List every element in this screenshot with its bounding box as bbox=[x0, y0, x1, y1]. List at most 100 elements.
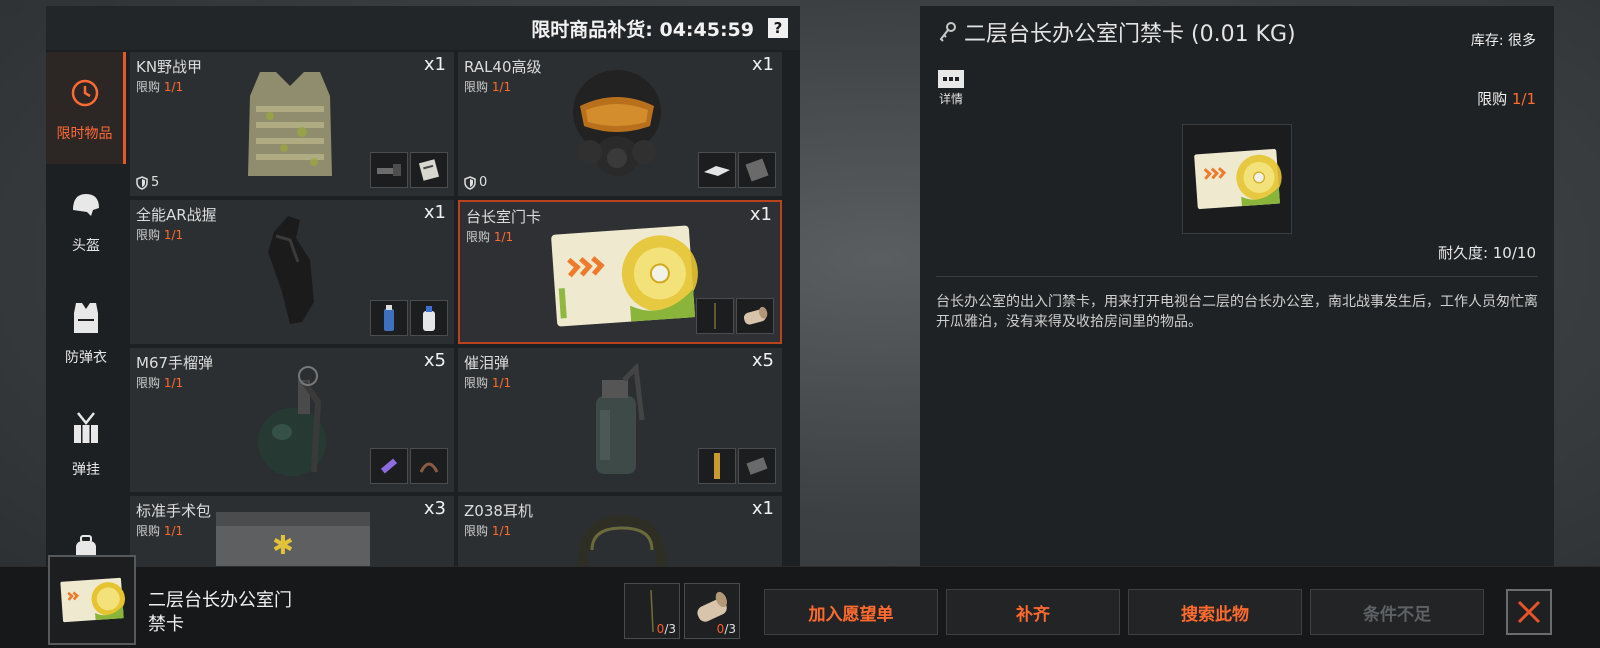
item-card[interactable]: 全能AR战握 限购 1/1 x1 bbox=[130, 200, 454, 344]
category-label: 头盔 bbox=[72, 238, 100, 254]
shield-icon bbox=[464, 175, 476, 190]
item-card[interactable]: 催泪弹 限购 1/1 x5 bbox=[458, 348, 782, 492]
item-card[interactable]: KN野战甲 限购 1/1 x1 5 bbox=[130, 52, 454, 196]
add-to-wishlist-button[interactable]: 加入愿望单 bbox=[764, 589, 938, 635]
grenade-image bbox=[248, 362, 338, 486]
requirement-slot[interactable]: 0/3 bbox=[624, 583, 680, 639]
item-name: KN野战甲 bbox=[136, 58, 203, 76]
close-button[interactable] bbox=[1506, 589, 1552, 635]
item-limit: 限购 1/1 bbox=[136, 524, 184, 538]
svg-text:✱: ✱ bbox=[272, 531, 294, 561]
item-grid: KN野战甲 限购 1/1 x1 5 RAL40高级 限购 1/1 x1 0 全能… bbox=[130, 52, 800, 566]
item-qty: x1 bbox=[751, 498, 774, 519]
category-vest[interactable]: 防弹衣 bbox=[46, 276, 126, 388]
details-button[interactable]: 详情 bbox=[936, 70, 966, 107]
item-limit: 限购 1/1 bbox=[466, 230, 514, 244]
item-limit: 限购 1/1 bbox=[136, 228, 184, 242]
selected-item-name: 二层台长办公室门 禁卡 bbox=[148, 590, 292, 635]
category-label: 弹挂 bbox=[72, 462, 100, 478]
chest-rig-icon bbox=[66, 409, 106, 449]
material-slots bbox=[698, 152, 776, 188]
armor-level: 0 bbox=[464, 175, 487, 190]
help-icon[interactable]: ? bbox=[768, 18, 788, 38]
item-card-selected[interactable]: 台长室门卡 限购 1/1 x1 bbox=[458, 200, 782, 344]
category-sidebar: 限时物品 头盔 防弹衣 弹挂 bbox=[46, 52, 126, 566]
smoke-grenade-image bbox=[584, 360, 654, 484]
item-description: 台长办公室的出入门禁卡，用来打开电视台二层的台长办公室，南北战事发生后，工作人员… bbox=[936, 294, 1538, 330]
bottom-action-bar: 二层台长办公室门 禁卡 0/3 0/3 加入愿望单 补齐 搜索此物 条件不足 bbox=[0, 555, 1600, 648]
plate-icon bbox=[698, 152, 736, 188]
category-limited[interactable]: 限时物品 bbox=[46, 52, 126, 164]
headset-image bbox=[572, 510, 672, 566]
item-limit: 限购 1/1 bbox=[464, 524, 512, 538]
shield-icon bbox=[136, 175, 148, 190]
category-label: 防弹衣 bbox=[65, 350, 107, 366]
item-name: M67手榴弹 bbox=[136, 354, 214, 372]
item-qty: x1 bbox=[423, 54, 446, 75]
item-qty: x3 bbox=[423, 498, 446, 519]
purchase-limit: 限购 1/1 bbox=[1477, 90, 1536, 108]
item-qty: x1 bbox=[423, 202, 446, 223]
item-name: RAL40高级 bbox=[464, 58, 542, 76]
requirement-count: 0/3 bbox=[656, 622, 676, 636]
wire-icon bbox=[696, 298, 734, 334]
armor-level: 5 bbox=[136, 175, 159, 190]
vest-icon bbox=[66, 297, 106, 337]
item-qty: x1 bbox=[749, 204, 772, 225]
stick-icon bbox=[698, 448, 736, 484]
key-icon bbox=[939, 22, 956, 42]
detail-title: 二层台长办公室门禁卡 (0.01 KG) bbox=[938, 16, 1296, 48]
category-helmet[interactable]: 头盔 bbox=[46, 164, 126, 276]
item-detail-panel: 二层台长办公室门禁卡 (0.01 KG) 库存: 很多 详情 限购 1/1 耐久… bbox=[920, 6, 1554, 566]
material-slots bbox=[370, 152, 448, 188]
material-slots bbox=[370, 448, 448, 484]
item-qty: x5 bbox=[423, 350, 446, 371]
item-card[interactable]: Z038耳机 限购 1/1 x1 bbox=[458, 496, 782, 566]
requirement-count: 0/3 bbox=[716, 622, 736, 636]
more-icon bbox=[938, 70, 964, 88]
syringe-icon bbox=[370, 448, 408, 484]
bottle-icon bbox=[370, 300, 408, 336]
plate-icon bbox=[738, 448, 776, 484]
selected-item-thumbnail bbox=[48, 555, 136, 645]
item-card[interactable]: M67手榴弹 限购 1/1 x5 bbox=[130, 348, 454, 492]
search-item-button[interactable]: 搜索此物 bbox=[1128, 589, 1302, 635]
item-limit: 限购 1/1 bbox=[136, 80, 184, 94]
shop-panel: 限时商品补货: 04:45:59 ? 限时物品 头盔 防弹衣 弹挂 KN野战甲 … bbox=[46, 6, 800, 566]
divider bbox=[936, 276, 1538, 277]
item-card[interactable]: 标准手术包 限购 1/1 x3 ✱ bbox=[130, 496, 454, 566]
material-slots bbox=[370, 300, 448, 336]
spray-icon bbox=[410, 300, 448, 336]
document-icon bbox=[410, 152, 448, 188]
clock-icon bbox=[65, 73, 105, 113]
requirement-slot[interactable]: 0/3 bbox=[684, 583, 740, 639]
item-preview bbox=[1182, 124, 1292, 234]
close-icon bbox=[1517, 600, 1541, 624]
category-chest-rig[interactable]: 弹挂 bbox=[46, 388, 126, 500]
item-name: 台长室门卡 bbox=[466, 208, 542, 226]
material-slots bbox=[698, 448, 776, 484]
clamp-icon bbox=[410, 448, 448, 484]
item-qty: x5 bbox=[751, 350, 774, 371]
roll-icon bbox=[736, 298, 774, 334]
keycard-image bbox=[548, 224, 698, 332]
item-name: 催泪弹 bbox=[464, 354, 510, 372]
item-name: Z038耳机 bbox=[464, 502, 533, 520]
replenish-button[interactable]: 补齐 bbox=[946, 589, 1120, 635]
item-qty: x1 bbox=[751, 54, 774, 75]
plate-carrier-image bbox=[240, 66, 340, 188]
item-limit: 限购 1/1 bbox=[136, 376, 184, 390]
stock-label: 库存: 很多 bbox=[1470, 33, 1536, 49]
restock-bar: 限时商品补货: 04:45:59 ? bbox=[46, 6, 800, 50]
category-label: 限时物品 bbox=[56, 126, 113, 142]
surgical-kit-image: ✱ bbox=[214, 508, 374, 566]
item-limit: 限购 1/1 bbox=[464, 376, 512, 390]
material-slots bbox=[696, 298, 774, 334]
item-name: 全能AR战握 bbox=[136, 206, 217, 224]
item-limit: 限购 1/1 bbox=[464, 80, 512, 94]
gas-mask-image bbox=[562, 64, 672, 190]
durability-label: 耐久度: 10/10 bbox=[1437, 244, 1536, 262]
restock-timer: 限时商品补货: 04:45:59 bbox=[531, 18, 754, 41]
item-card[interactable]: RAL40高级 限购 1/1 x1 0 bbox=[458, 52, 782, 196]
insufficient-conditions-button: 条件不足 bbox=[1310, 589, 1484, 635]
